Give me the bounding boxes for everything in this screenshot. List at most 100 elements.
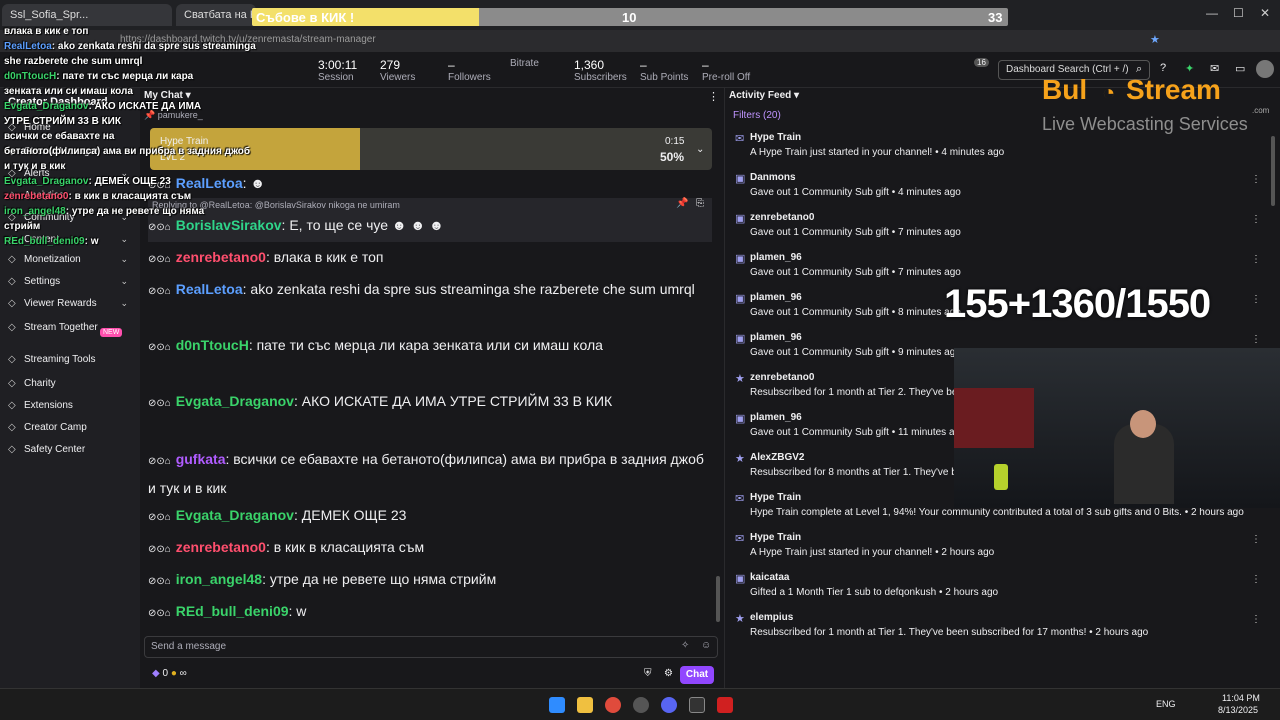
stream-icon: ◇ [8,146,16,157]
feed-scrollbar[interactable] [1271,136,1275,206]
sidebar-item-label: Home [24,122,51,133]
sidebar-item-community[interactable]: ◇ Community ⌄ [0,212,140,232]
sidebar-item-charity[interactable]: ◇ Charity [0,378,140,398]
file-explorer-icon[interactable] [577,697,593,713]
chat-header[interactable]: My Chat ▾ [144,90,191,101]
feed-item[interactable]: ▣ kaicataa Gifted a 1 Month Tier 1 sub to … [733,572,1263,610]
chrome-icon[interactable] [605,697,621,713]
sidebar-item-label: Viewer Rewards [24,298,97,309]
logo-dotcom: .com [1252,106,1270,115]
clock-time[interactable]: 11:04 PM [1222,693,1260,703]
feed-title: Activity Feed [729,90,792,101]
sidebar-item-safety-center[interactable]: ◇ Safety Center [0,444,140,464]
more-options-icon[interactable]: ⋮ [708,90,719,103]
sidebar-item-creator-camp[interactable]: ◇ Creator Camp [0,422,140,442]
more-options-icon[interactable]: ⋮ [1251,614,1261,625]
sidebar-item-monetization[interactable]: ◇ Monetization ⌄ [0,254,140,274]
shield-icon[interactable]: ⛨ [644,668,652,679]
browser-tab[interactable]: Сватбата на Кра [176,4,256,26]
start-icon[interactable] [549,697,565,713]
chat-username[interactable]: zenrebetano0 [176,539,266,555]
pin-icon[interactable]: 📌 [676,198,688,209]
sidebar-item-analytics[interactable]: ◇ Analytics ⌄ [0,190,140,210]
sparkle-icon[interactable]: ✧ [681,640,689,651]
chat-username[interactable]: gufkata [176,451,226,467]
mod-badge-icon: ⊘⊙⌂ [148,544,171,555]
browser-tab[interactable]: Ssl_Sofia_Spr... [2,4,172,26]
chevron-down-icon: ⌄ [120,212,128,222]
emote-icon[interactable]: ☺ [701,640,711,651]
chat-username[interactable]: Evgata_Draganov [176,507,294,523]
feed-item-desc: Gave out 1 Community Sub gift • 7 minute… [750,267,961,278]
chat-text: : w [288,603,307,619]
chat-username[interactable]: iron_angel48 [176,571,262,587]
sidebar-item-home[interactable]: ◇ Home [0,122,140,142]
chat-username[interactable]: Evgata_Draganov [176,393,294,409]
url-field[interactable]: https://dashboard.twitch.tv/u/zenremasta… [120,34,376,45]
hype-title: Hype Train [160,136,209,147]
feed-item-desc: Gave out 1 Community Sub gift • 9 minute… [750,347,961,358]
sidebar-item-viewer-rewards[interactable]: ◇ Viewer Rewards ⌄ [0,298,140,318]
chat-send-button[interactable]: Chat [680,666,714,684]
sidebar-item-extensions[interactable]: ◇ Extensions [0,400,140,420]
maximize-icon[interactable]: ☐ [1233,6,1244,20]
more-options-icon[interactable]: ⋮ [1251,174,1261,185]
feed-item[interactable]: ▣ zenrebetano0 Gave out 1 Community Sub gi… [733,212,1263,250]
more-options-icon[interactable]: ⋮ [1251,294,1261,305]
chevron-down-icon: ⌄ [120,190,128,200]
more-options-icon[interactable]: ⋮ [1251,534,1261,545]
gift-icon: ▣ [735,333,746,345]
chevron-down-icon[interactable]: ⌄ [696,144,704,155]
sidebar-item-label: Creator Camp [24,422,87,433]
close-icon[interactable]: ✕ [1260,6,1270,20]
community-icon: ◇ [8,212,16,223]
feed-filters[interactable]: Filters (20) [733,110,781,121]
activity-feed-header[interactable]: Activity Feed ▾ [729,90,799,101]
chat-scrollbar[interactable] [716,576,720,622]
more-options-icon[interactable]: ⋮ [1251,214,1261,225]
feed-item-desc: Gifted a 1 Month Tier 1 sub to defqonkus… [750,587,999,598]
gear-icon[interactable]: ⚙ [664,668,673,679]
chat-username[interactable]: REd_bull_deni09 [176,603,289,619]
more-options-icon[interactable]: ⋮ [1251,574,1261,585]
more-options-icon[interactable]: ⋮ [1251,334,1261,345]
more-options-icon[interactable]: ⋮ [1251,254,1261,265]
language-indicator[interactable]: ENG [1156,699,1176,709]
chat-username[interactable]: BorislavSirakov [176,217,282,233]
obs-icon[interactable] [633,697,649,713]
sidebar-item-streaming-tools[interactable]: ◇ Streaming Tools [0,354,140,374]
chat-message: ⊘⊙⌂ d0nTtoucH: пате ти със мерца ли кара… [148,332,708,361]
chat-input[interactable]: Send a message ✧ ☺ [144,636,718,658]
clock-date[interactable]: 8/13/2025 [1218,705,1258,715]
app-icon[interactable] [717,697,733,713]
minimize-icon[interactable]: — [1206,6,1218,20]
chat-message: ⊘⊙⌂ iron_angel48: утре да не ревете що н… [148,566,708,595]
reply-icon[interactable]: ⎘ [696,198,704,209]
discord-icon[interactable] [661,697,677,713]
sidebar-item-alerts[interactable]: ◇ Alerts ⌄ [0,168,140,188]
channel-points[interactable]: ◆ 0 ● ∞ [152,668,187,679]
terminal-icon[interactable] [689,697,705,713]
bookmark-star-icon[interactable]: ★ [1150,33,1160,46]
notification-count-badge: 16 [974,58,989,67]
hype-progress-fill [150,128,360,170]
chat-text: : Е, то ще се чуе ☻ ☻ ☻ [281,217,444,233]
hype-train-banner[interactable]: Hype Train LVL 2 0:15 50% ⌄ [150,128,712,170]
sidebar-item-stream-manager[interactable]: ◇ Stream Manager [0,146,140,166]
chat-username[interactable]: RealLetoa [176,175,243,191]
feed-item[interactable]: ★ elempius Resubscribed for 1 month at Tie… [733,612,1263,650]
feed-item-name: zenrebetano0 [750,212,815,223]
feed-item[interactable]: ✉ Hype Train A Hype Train just started in … [733,532,1263,570]
content-icon: ◇ [8,234,16,245]
chat-username[interactable]: RealLetoa [176,281,243,297]
help-icon[interactable]: ? [1160,62,1166,74]
sidebar-item-content[interactable]: ◇ Content ⌄ [0,234,140,254]
feed-item[interactable]: ▣ Danmons Gave out 1 Community Sub gift • … [733,172,1263,210]
chat-username[interactable]: d0nTtoucH [176,337,249,353]
stat-sub-points: – Sub Points [640,58,688,83]
chat-username[interactable]: zenrebetano0 [176,249,266,265]
coin-icon: ● [170,668,177,679]
stat-bitrate: Bitrate [510,58,539,69]
sidebar-item-settings[interactable]: ◇ Settings ⌄ [0,276,140,296]
chat-panel: My Chat ▾ ⋮ 📌 pamukere_ Hype Train LVL 2… [140,88,724,688]
